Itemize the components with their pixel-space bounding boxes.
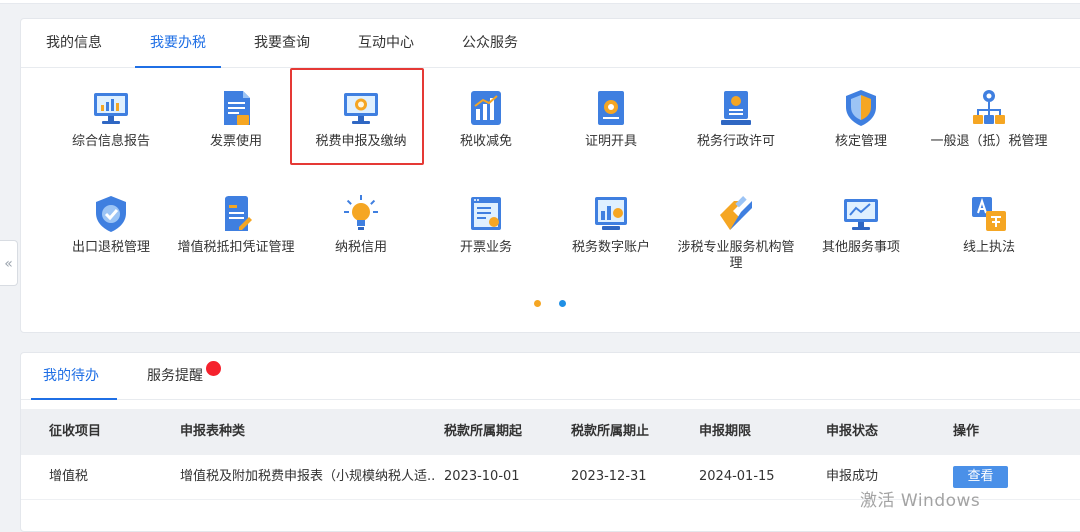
active-tab-underline <box>135 66 221 68</box>
service-invoice-usage[interactable]: 发票使用 <box>173 87 299 150</box>
tab-tax-handling[interactable]: 我要办税 <box>135 19 221 67</box>
service-tax-agency-management[interactable]: 涉税专业服务机构管理 <box>673 193 799 272</box>
column-header: 税款所属期止 <box>571 424 650 439</box>
column-header: 征收项目 <box>49 424 102 439</box>
form-type-cell: 增值税及附加税费申报表（小规模纳税人适... <box>180 469 435 484</box>
service-tax-reduction[interactable]: 税收减免 <box>423 87 549 150</box>
tab-public-service[interactable]: 公众服务 <box>459 19 521 67</box>
service-label: 涉税专业服务机构管理 <box>677 240 795 271</box>
service-label: 线上执法 <box>962 240 1015 255</box>
service-label: 增值税抵扣凭证管理 <box>177 240 295 255</box>
service-label: 发票使用 <box>209 134 262 149</box>
lightbulb-icon <box>344 195 378 230</box>
service-vat-deduction-voucher[interactable]: 增值税抵扣凭证管理 <box>173 193 299 256</box>
tab-service-reminder[interactable]: 服务提醒 <box>147 353 203 399</box>
service-general-refund[interactable]: 一般退（抵）税管理 <box>923 87 1055 150</box>
invoice-window-icon <box>471 197 501 230</box>
column-header: 税款所属期起 <box>444 424 523 439</box>
view-button[interactable]: 查看 <box>953 466 1008 488</box>
tag-icon <box>720 196 752 230</box>
service-comprehensive-info-report[interactable]: 综合信息报告 <box>48 87 174 150</box>
todo-tabs: 我的待办 服务提醒 <box>21 353 1080 400</box>
service-label: 其他服务事项 <box>821 240 900 255</box>
period-end-cell: 2023-12-31 <box>571 469 647 484</box>
invoice-icon <box>224 91 250 125</box>
service-invoicing[interactable]: 开票业务 <box>423 193 549 256</box>
shield-icon <box>846 90 876 126</box>
main-tabs: 我的信息 我要办税 我要查询 互动中心 公众服务 <box>21 19 1080 68</box>
active-tab-underline <box>31 398 117 400</box>
service-other-matters[interactable]: 其他服务事项 <box>798 193 924 256</box>
tab-my-info[interactable]: 我的信息 <box>43 19 105 67</box>
service-tax-credit[interactable]: 纳税信用 <box>298 193 424 256</box>
translate-icon <box>972 197 1006 231</box>
service-assessment-management[interactable]: 核定管理 <box>798 87 924 150</box>
bar-chart-icon <box>471 91 501 125</box>
monitor-chart-icon <box>94 93 128 124</box>
period-start-cell: 2023-10-01 <box>444 469 520 484</box>
windows-activation-watermark: 激活 Windows <box>860 491 981 511</box>
service-certificate-issuing[interactable]: 证明开具 <box>548 87 674 150</box>
service-label: 一般退（抵）税管理 <box>930 134 1048 149</box>
service-digital-tax-account[interactable]: 税务数字账户 <box>548 193 674 256</box>
tax-item-cell: 增值税 <box>49 469 89 484</box>
column-header: 申报表种类 <box>180 424 246 439</box>
license-icon <box>721 91 751 125</box>
hierarchy-icon <box>973 90 1005 124</box>
service-label: 出口退税管理 <box>71 240 150 255</box>
service-label: 税务数字账户 <box>571 240 650 255</box>
service-label: 综合信息报告 <box>71 134 150 149</box>
tab-my-todo[interactable]: 我的待办 <box>43 353 99 399</box>
tab-interaction-center[interactable]: 互动中心 <box>355 19 417 67</box>
column-header: 操作 <box>953 424 980 439</box>
top-border <box>0 0 1080 4</box>
service-label: 证明开具 <box>584 134 637 149</box>
document-edit-icon <box>225 196 252 231</box>
pager-dot-2[interactable] <box>559 300 566 307</box>
service-administrative-license[interactable]: 税务行政许可 <box>673 87 799 150</box>
service-label: 开票业务 <box>459 240 512 255</box>
service-label: 税务行政许可 <box>696 134 775 149</box>
pager-dot-1[interactable] <box>534 300 541 307</box>
table-header: 征收项目 申报表种类 税款所属期起 税款所属期止 申报期限 申报状态 操作 <box>21 409 1080 455</box>
tab-query[interactable]: 我要查询 <box>251 19 313 67</box>
monitor-line-icon <box>844 199 878 230</box>
sidebar-collapse-handle[interactable]: « <box>0 240 18 286</box>
shield-check-icon <box>96 196 126 232</box>
notification-badge <box>206 361 221 376</box>
service-export-refund[interactable]: 出口退税管理 <box>48 193 174 256</box>
certificate-icon <box>598 91 624 125</box>
service-panel: 我的信息 我要办税 我要查询 互动中心 公众服务 综合信息报告 发票使用 税费申… <box>20 18 1080 333</box>
service-online-enforcement[interactable]: 线上执法 <box>926 193 1052 256</box>
service-label: 纳税信用 <box>334 240 387 255</box>
deadline-cell: 2024-01-15 <box>699 469 775 484</box>
service-label: 税收减免 <box>459 134 512 149</box>
highlight-box <box>290 68 424 165</box>
service-label: 核定管理 <box>834 134 887 149</box>
account-chart-icon <box>595 197 627 230</box>
column-header: 申报期限 <box>699 424 752 439</box>
column-header: 申报状态 <box>826 424 879 439</box>
